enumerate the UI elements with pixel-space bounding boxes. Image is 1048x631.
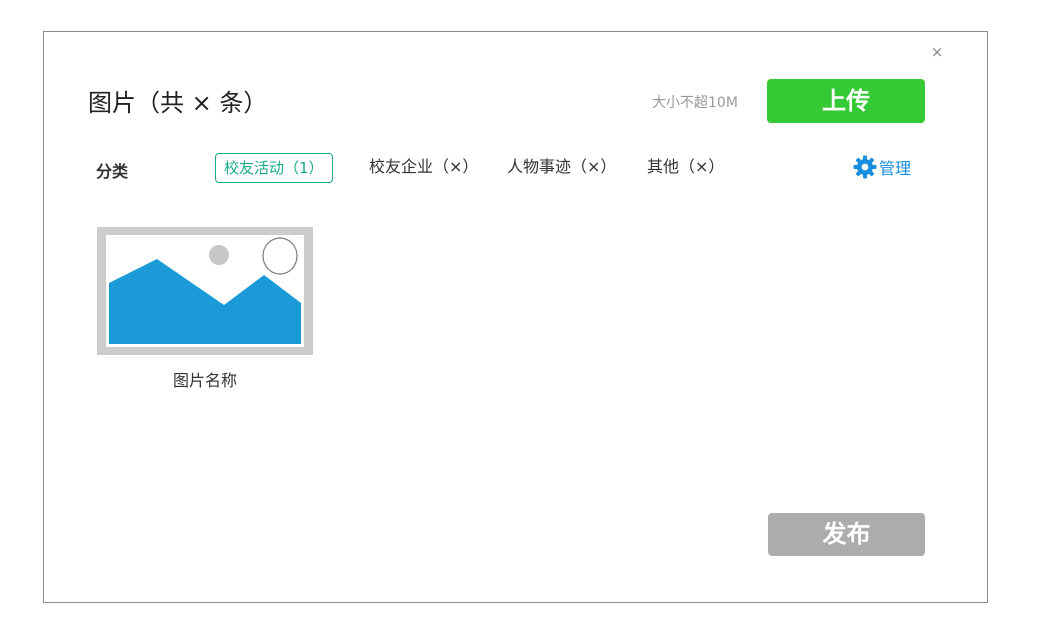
manage-button[interactable]: 管理 [853,154,911,180]
close-button[interactable]: × [930,44,944,60]
gear-icon [853,155,877,179]
category-label: 分类 [96,162,129,181]
size-hint: 大小不超10M [652,95,738,111]
upload-button[interactable]: 上传 [767,79,925,123]
tab-alumni-enterprise[interactable]: 校友企业（×） [369,153,478,183]
image-caption: 图片名称 [172,371,237,390]
publish-button[interactable]: 发布 [768,513,925,556]
image-thumbnail [97,227,313,355]
manage-label: 管理 [879,159,912,178]
tab-people-stories[interactable]: 人物事迹（×） [507,153,616,183]
dialog-title: 图片（共 × 条） [88,89,268,117]
tab-alumni-activity[interactable]: 校友活动（1） [215,153,333,183]
tab-other[interactable]: 其他（×） [647,153,724,183]
image-card[interactable]: 图片名称 [97,227,313,391]
image-upload-dialog: × 图片（共 × 条） 大小不超10M 上传 分类 校友活动（1） 校友企业（×… [43,31,988,603]
image-placeholder-icon [106,235,304,347]
